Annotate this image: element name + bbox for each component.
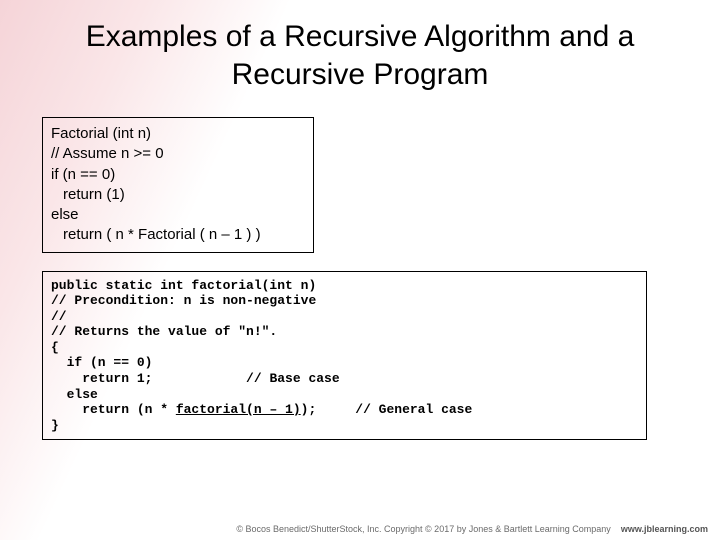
code-line: // [51, 309, 67, 324]
code-line: } [51, 418, 59, 433]
algorithm-box: Factorial (int n) // Assume n >= 0 if (n… [42, 117, 314, 253]
algo-line: return (1) [51, 185, 303, 205]
code-line: // Returns the value of "n!". [51, 324, 277, 339]
algo-line: if (n == 0) [51, 165, 303, 185]
code-line: return 1; // Base case [51, 371, 340, 386]
algo-line: Factorial (int n) [51, 124, 303, 144]
algo-line: // Assume n >= 0 [51, 144, 303, 164]
code-line: // Precondition: n is non-negative [51, 293, 316, 308]
copyright-text: © Bocos Benedict/ShutterStock, Inc. Copy… [236, 524, 610, 534]
code-line: { [51, 340, 59, 355]
code-line: public static int factorial(int n) [51, 278, 316, 293]
footer: © Bocos Benedict/ShutterStock, Inc. Copy… [236, 524, 708, 534]
slide-title: Examples of a Recursive Algorithm and a … [0, 0, 720, 103]
code-line: else [51, 387, 98, 402]
code-line: if (n == 0) [51, 355, 152, 370]
code-box: public static int factorial(int n) // Pr… [42, 271, 647, 441]
algo-line: else [51, 205, 303, 225]
publisher-site: www.jblearning.com [621, 524, 708, 534]
algo-line: return ( n * Factorial ( n – 1 ) ) [51, 225, 303, 245]
recursive-call: factorial(n – 1) [176, 402, 301, 417]
code-line: return (n * factorial(n – 1)); // Genera… [51, 402, 472, 417]
